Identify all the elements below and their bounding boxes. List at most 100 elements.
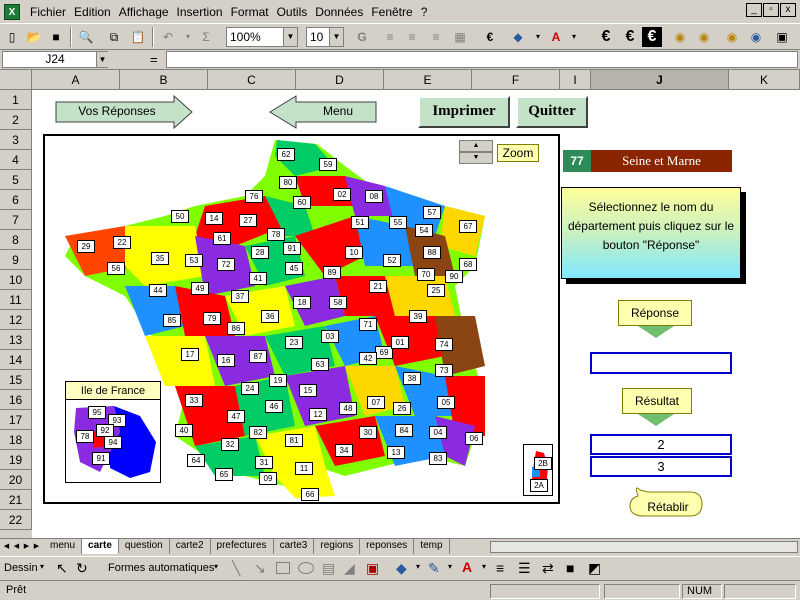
- row-header[interactable]: 21: [0, 490, 32, 510]
- dept-label[interactable]: 24: [241, 382, 259, 395]
- dept-label[interactable]: 81: [285, 434, 303, 447]
- dept-label[interactable]: 18: [293, 296, 311, 309]
- menu-outils[interactable]: Outils: [273, 5, 312, 19]
- reponse-field[interactable]: [590, 352, 732, 374]
- dept-label[interactable]: 08: [365, 190, 383, 203]
- dept-label[interactable]: 79: [203, 312, 221, 325]
- dept-label[interactable]: 90: [445, 270, 463, 283]
- dept-label[interactable]: 03: [321, 330, 339, 343]
- menu-fenetre[interactable]: Fenêtre: [367, 5, 416, 19]
- dept-label[interactable]: 55: [389, 216, 407, 229]
- row-header[interactable]: 12: [0, 310, 32, 330]
- column-header[interactable]: E: [384, 70, 472, 90]
- arrow-style-icon[interactable]: ⇄: [542, 560, 554, 577]
- dept-label[interactable]: 31: [255, 456, 273, 469]
- addin-icon[interactable]: ◉: [694, 27, 714, 47]
- tab-reponses[interactable]: reponses: [360, 539, 415, 554]
- dept-label[interactable]: 36: [261, 310, 279, 323]
- row-header[interactable]: 3: [0, 130, 32, 150]
- fill-color-dropdown-icon[interactable]: ▾: [528, 27, 548, 47]
- dept-label[interactable]: 60: [293, 196, 311, 209]
- select-all-corner[interactable]: [0, 70, 32, 90]
- tab-carte3[interactable]: carte3: [274, 539, 315, 554]
- dept-label[interactable]: 22: [113, 236, 131, 249]
- row-header[interactable]: 8: [0, 230, 32, 250]
- menu-help[interactable]: ?: [417, 5, 432, 19]
- dept-label[interactable]: 70: [417, 268, 435, 281]
- dept-label[interactable]: 10: [345, 246, 363, 259]
- font-size-select[interactable]: 10 ▼: [306, 27, 344, 47]
- dept-label[interactable]: 33: [185, 394, 203, 407]
- dept-label[interactable]: 38: [403, 372, 421, 385]
- chevron-down-icon[interactable]: ▾: [416, 562, 420, 571]
- dept-label[interactable]: 50: [171, 210, 189, 223]
- dept-label[interactable]: 41: [249, 272, 267, 285]
- dept-label[interactable]: 82: [249, 426, 267, 439]
- dept-label[interactable]: 95: [88, 406, 106, 419]
- dept-label[interactable]: 25: [427, 284, 445, 297]
- dept-label[interactable]: 51: [351, 216, 369, 229]
- dept-label[interactable]: 16: [217, 354, 235, 367]
- dept-label[interactable]: 26: [393, 402, 411, 415]
- horizontal-scrollbar[interactable]: [490, 541, 798, 553]
- dept-label[interactable]: 05: [437, 396, 455, 409]
- dept-label[interactable]: 28: [251, 246, 269, 259]
- first-sheet-icon[interactable]: ◀: [2, 541, 11, 552]
- line-style-icon[interactable]: ≡: [496, 560, 504, 576]
- row-header[interactable]: 2: [0, 110, 32, 130]
- align-left-icon[interactable]: ≡: [380, 27, 400, 47]
- imprimer-button[interactable]: Imprimer: [418, 96, 510, 128]
- tab-carte[interactable]: carte: [82, 539, 119, 554]
- new-icon[interactable]: ▯: [2, 27, 22, 47]
- column-header[interactable]: D: [296, 70, 384, 90]
- dept-label[interactable]: 78: [267, 228, 285, 241]
- name-box[interactable]: J24: [2, 51, 108, 68]
- wordart-icon[interactable]: ◢: [344, 560, 355, 577]
- oval-icon[interactable]: [298, 562, 314, 574]
- merge-icon[interactable]: ▦: [450, 27, 470, 47]
- dept-label[interactable]: 32: [221, 438, 239, 451]
- dept-label[interactable]: 57: [423, 206, 441, 219]
- dept-label[interactable]: 88: [423, 246, 441, 259]
- row-header[interactable]: 10: [0, 270, 32, 290]
- zoom-select[interactable]: 100% ▼: [226, 27, 298, 47]
- addin-icon[interactable]: ▣: [772, 27, 792, 47]
- addin-icon[interactable]: ◉: [746, 27, 766, 47]
- restore-button[interactable]: ▫: [763, 3, 779, 17]
- dept-label[interactable]: 56: [107, 262, 125, 275]
- row-header[interactable]: 15: [0, 370, 32, 390]
- bold-icon[interactable]: G: [352, 27, 372, 47]
- dept-label[interactable]: 67: [459, 220, 477, 233]
- dept-label[interactable]: 34: [335, 444, 353, 457]
- save-icon[interactable]: ■: [46, 27, 66, 47]
- dept-label[interactable]: 87: [249, 350, 267, 363]
- open-icon[interactable]: 📂: [24, 27, 44, 47]
- formula-input[interactable]: [166, 51, 798, 68]
- close-button[interactable]: x: [780, 3, 796, 17]
- font-color-icon[interactable]: A: [462, 559, 472, 575]
- chevron-down-icon[interactable]: ▾: [40, 562, 44, 571]
- row-header[interactable]: 5: [0, 170, 32, 190]
- row-header[interactable]: 13: [0, 330, 32, 350]
- dept-label[interactable]: 66: [301, 488, 319, 501]
- dept-label[interactable]: 29: [77, 240, 95, 253]
- dept-label[interactable]: 45: [285, 262, 303, 275]
- worksheet[interactable]: Vos Réponses Menu Imprimer Quitter ▲ ▼ Z…: [32, 90, 800, 538]
- font-color-dropdown-icon[interactable]: ▾: [564, 27, 584, 47]
- chevron-down-icon[interactable]: ▾: [214, 562, 218, 571]
- column-header[interactable]: A: [32, 70, 120, 90]
- last-sheet-icon[interactable]: ▶: [32, 541, 41, 552]
- dept-label[interactable]: 65: [215, 468, 233, 481]
- tab-menu[interactable]: menu: [44, 539, 83, 554]
- addin-icon[interactable]: ◉: [722, 27, 742, 47]
- dept-label[interactable]: 85: [163, 314, 181, 327]
- arrow-icon[interactable]: ↘: [254, 560, 266, 577]
- clipart-icon[interactable]: ▣: [366, 560, 379, 577]
- tab-temp[interactable]: temp: [414, 539, 450, 554]
- dept-label[interactable]: 64: [187, 454, 205, 467]
- france-map[interactable]: ▲ ▼ Zoom 62 59 80 76 02 08 50 14 27 60 5…: [43, 134, 560, 504]
- dept-label[interactable]: 14: [205, 212, 223, 225]
- dept-label[interactable]: 89: [323, 266, 341, 279]
- dept-label[interactable]: 46: [265, 400, 283, 413]
- paste-icon[interactable]: 📋: [128, 27, 148, 47]
